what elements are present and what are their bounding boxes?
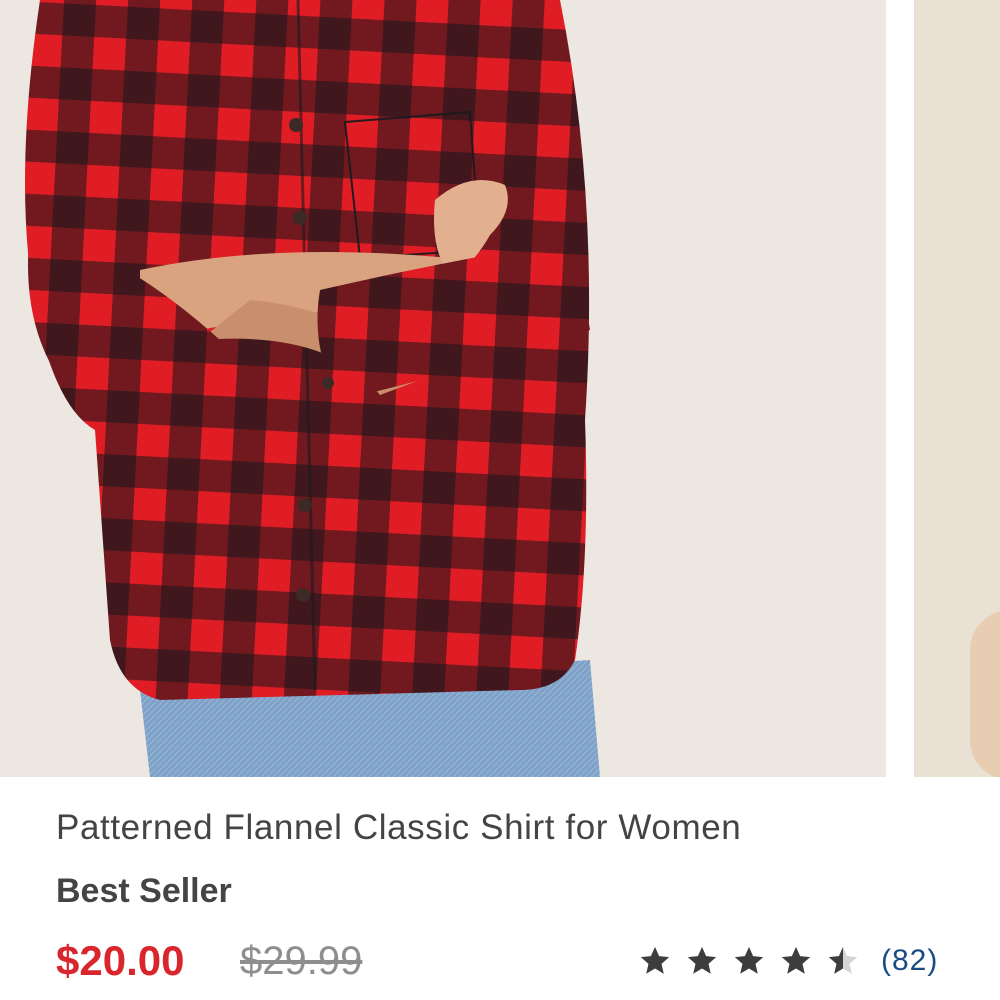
original-price: $29.99 (240, 939, 363, 983)
review-count-link[interactable]: (82) (881, 944, 938, 978)
star-icon (687, 946, 717, 974)
best-seller-badge: Best Seller (56, 872, 232, 910)
model-arm-partial (970, 610, 1000, 777)
star-icon (781, 946, 811, 974)
next-product-image-partial[interactable] (914, 0, 1000, 777)
star-half-icon (828, 946, 858, 974)
product-name[interactable]: Patterned Flannel Classic Shirt for Wome… (56, 808, 741, 848)
rating-stars (638, 944, 873, 978)
product-image[interactable] (0, 0, 886, 777)
product-photo-illustration (0, 0, 886, 777)
star-icon (734, 946, 764, 974)
star-icon (640, 946, 670, 974)
product-rating[interactable]: (82) (638, 938, 938, 984)
sale-price: $20.00 (56, 937, 185, 984)
